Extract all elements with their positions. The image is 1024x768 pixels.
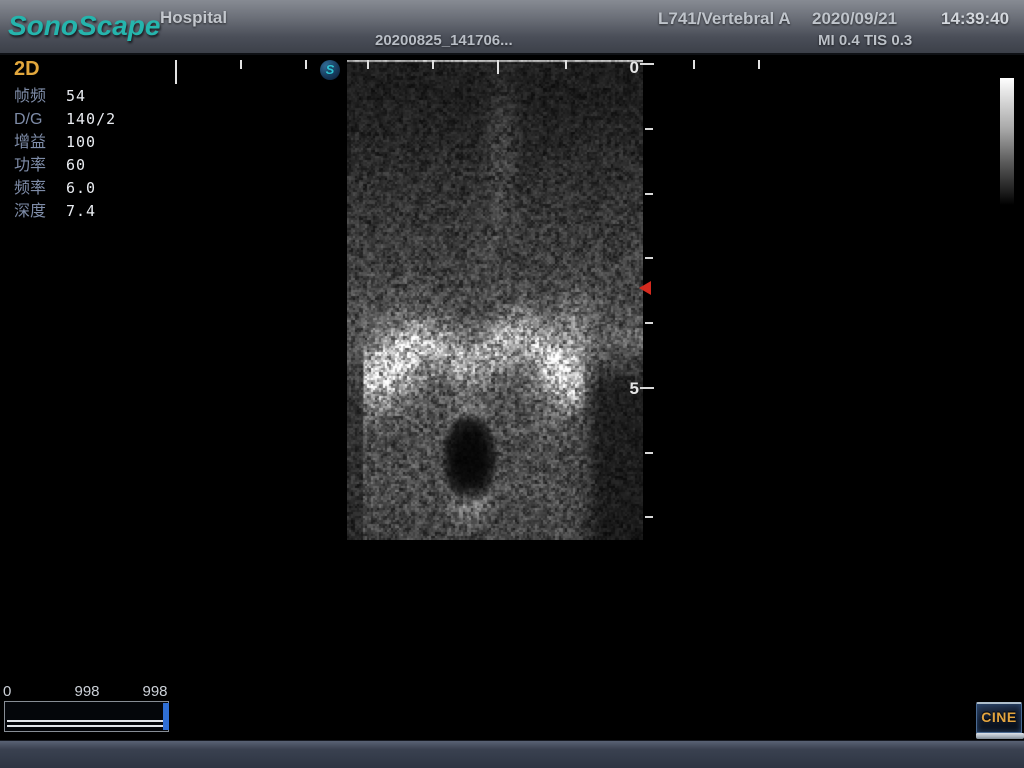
- param-value: 140/2: [66, 110, 116, 128]
- cine-track-line: [7, 720, 164, 722]
- time-label: 14:39:40: [941, 9, 1009, 29]
- depth-ruler-tick: [645, 193, 653, 195]
- param-label: 增益: [14, 131, 66, 154]
- depth-ruler-zero-label: 0: [623, 58, 639, 78]
- depth-ruler-tick: [645, 128, 653, 130]
- cine-track-line: [7, 725, 164, 727]
- focus-marker-icon[interactable]: [639, 281, 651, 295]
- width-ruler-tick: [693, 60, 695, 69]
- width-ruler-tick: [497, 60, 499, 74]
- width-ruler-tick: [175, 60, 177, 84]
- param-label: D/G: [14, 108, 66, 131]
- grayscale-map-bar: [1000, 78, 1014, 205]
- cine-current-frame: 998: [65, 683, 109, 700]
- probe-exam-label: L741/Vertebral A: [658, 9, 791, 29]
- date-label: 2020/09/21: [812, 9, 897, 29]
- param-value: 7.4: [66, 202, 96, 220]
- width-ruler-tick: [305, 60, 307, 69]
- width-ruler-tick: [758, 60, 760, 69]
- file-name-label: 20200825_141706...: [375, 32, 513, 49]
- param-value: 100: [66, 133, 96, 151]
- param-label: 功率: [14, 154, 66, 177]
- cine-start-frame: 0: [3, 683, 11, 700]
- cine-button[interactable]: CINE: [976, 702, 1024, 739]
- cine-button-label: CINE: [976, 702, 1022, 733]
- depth-ruler-tick: [645, 516, 653, 518]
- param-label: 频率: [14, 177, 66, 200]
- param-value: 54: [66, 87, 86, 105]
- depth-ruler-tick: [645, 322, 653, 324]
- depth-ruler-tick: [645, 452, 653, 454]
- taskbar: Ψ ×: [0, 740, 1024, 768]
- mode-label-2d: 2D: [14, 58, 40, 81]
- depth-ruler-five-label: 5: [623, 379, 639, 399]
- acoustic-output-label: MI 0.4 TIS 0.3: [818, 32, 912, 49]
- param-row-dg: D/G140/2: [14, 108, 116, 131]
- brand-logo: SonoScape: [8, 10, 160, 42]
- param-value: 60: [66, 156, 86, 174]
- cine-progress-gauge[interactable]: [4, 701, 169, 732]
- width-ruler-tick: [565, 60, 567, 69]
- depth-ruler-tick: [645, 257, 653, 259]
- cine-button-base: [976, 733, 1024, 739]
- param-row-frequency: 频率6.0: [14, 177, 116, 200]
- width-ruler-tick: [432, 60, 434, 69]
- param-label: 帧频: [14, 85, 66, 108]
- cine-total-frames: 998: [133, 683, 177, 700]
- hospital-name: Hospital: [160, 8, 227, 28]
- width-ruler-tick: [240, 60, 242, 69]
- sonoscape-s-badge-icon: S: [320, 60, 340, 80]
- depth-ruler-tick: [640, 387, 654, 389]
- param-row-power: 功率60: [14, 154, 116, 177]
- cine-position-handle[interactable]: [163, 703, 169, 730]
- ultrasound-console-screen: SonoScape Hospital L741/Vertebral A 2020…: [0, 0, 1024, 768]
- param-label: 深度: [14, 200, 66, 223]
- depth-ruler-tick: [640, 63, 654, 65]
- param-row-framerate: 帧频54: [14, 85, 116, 108]
- param-row-depth: 深度7.4: [14, 200, 116, 223]
- parameter-panel: 帧频54 D/G140/2 增益100 功率60 频率6.0 深度7.4: [14, 85, 116, 223]
- param-value: 6.0: [66, 179, 96, 197]
- header-bar: SonoScape Hospital L741/Vertebral A 2020…: [0, 0, 1024, 55]
- width-ruler-tick: [367, 60, 369, 69]
- param-row-gain: 增益100: [14, 131, 116, 154]
- ultrasound-image[interactable]: [347, 60, 643, 540]
